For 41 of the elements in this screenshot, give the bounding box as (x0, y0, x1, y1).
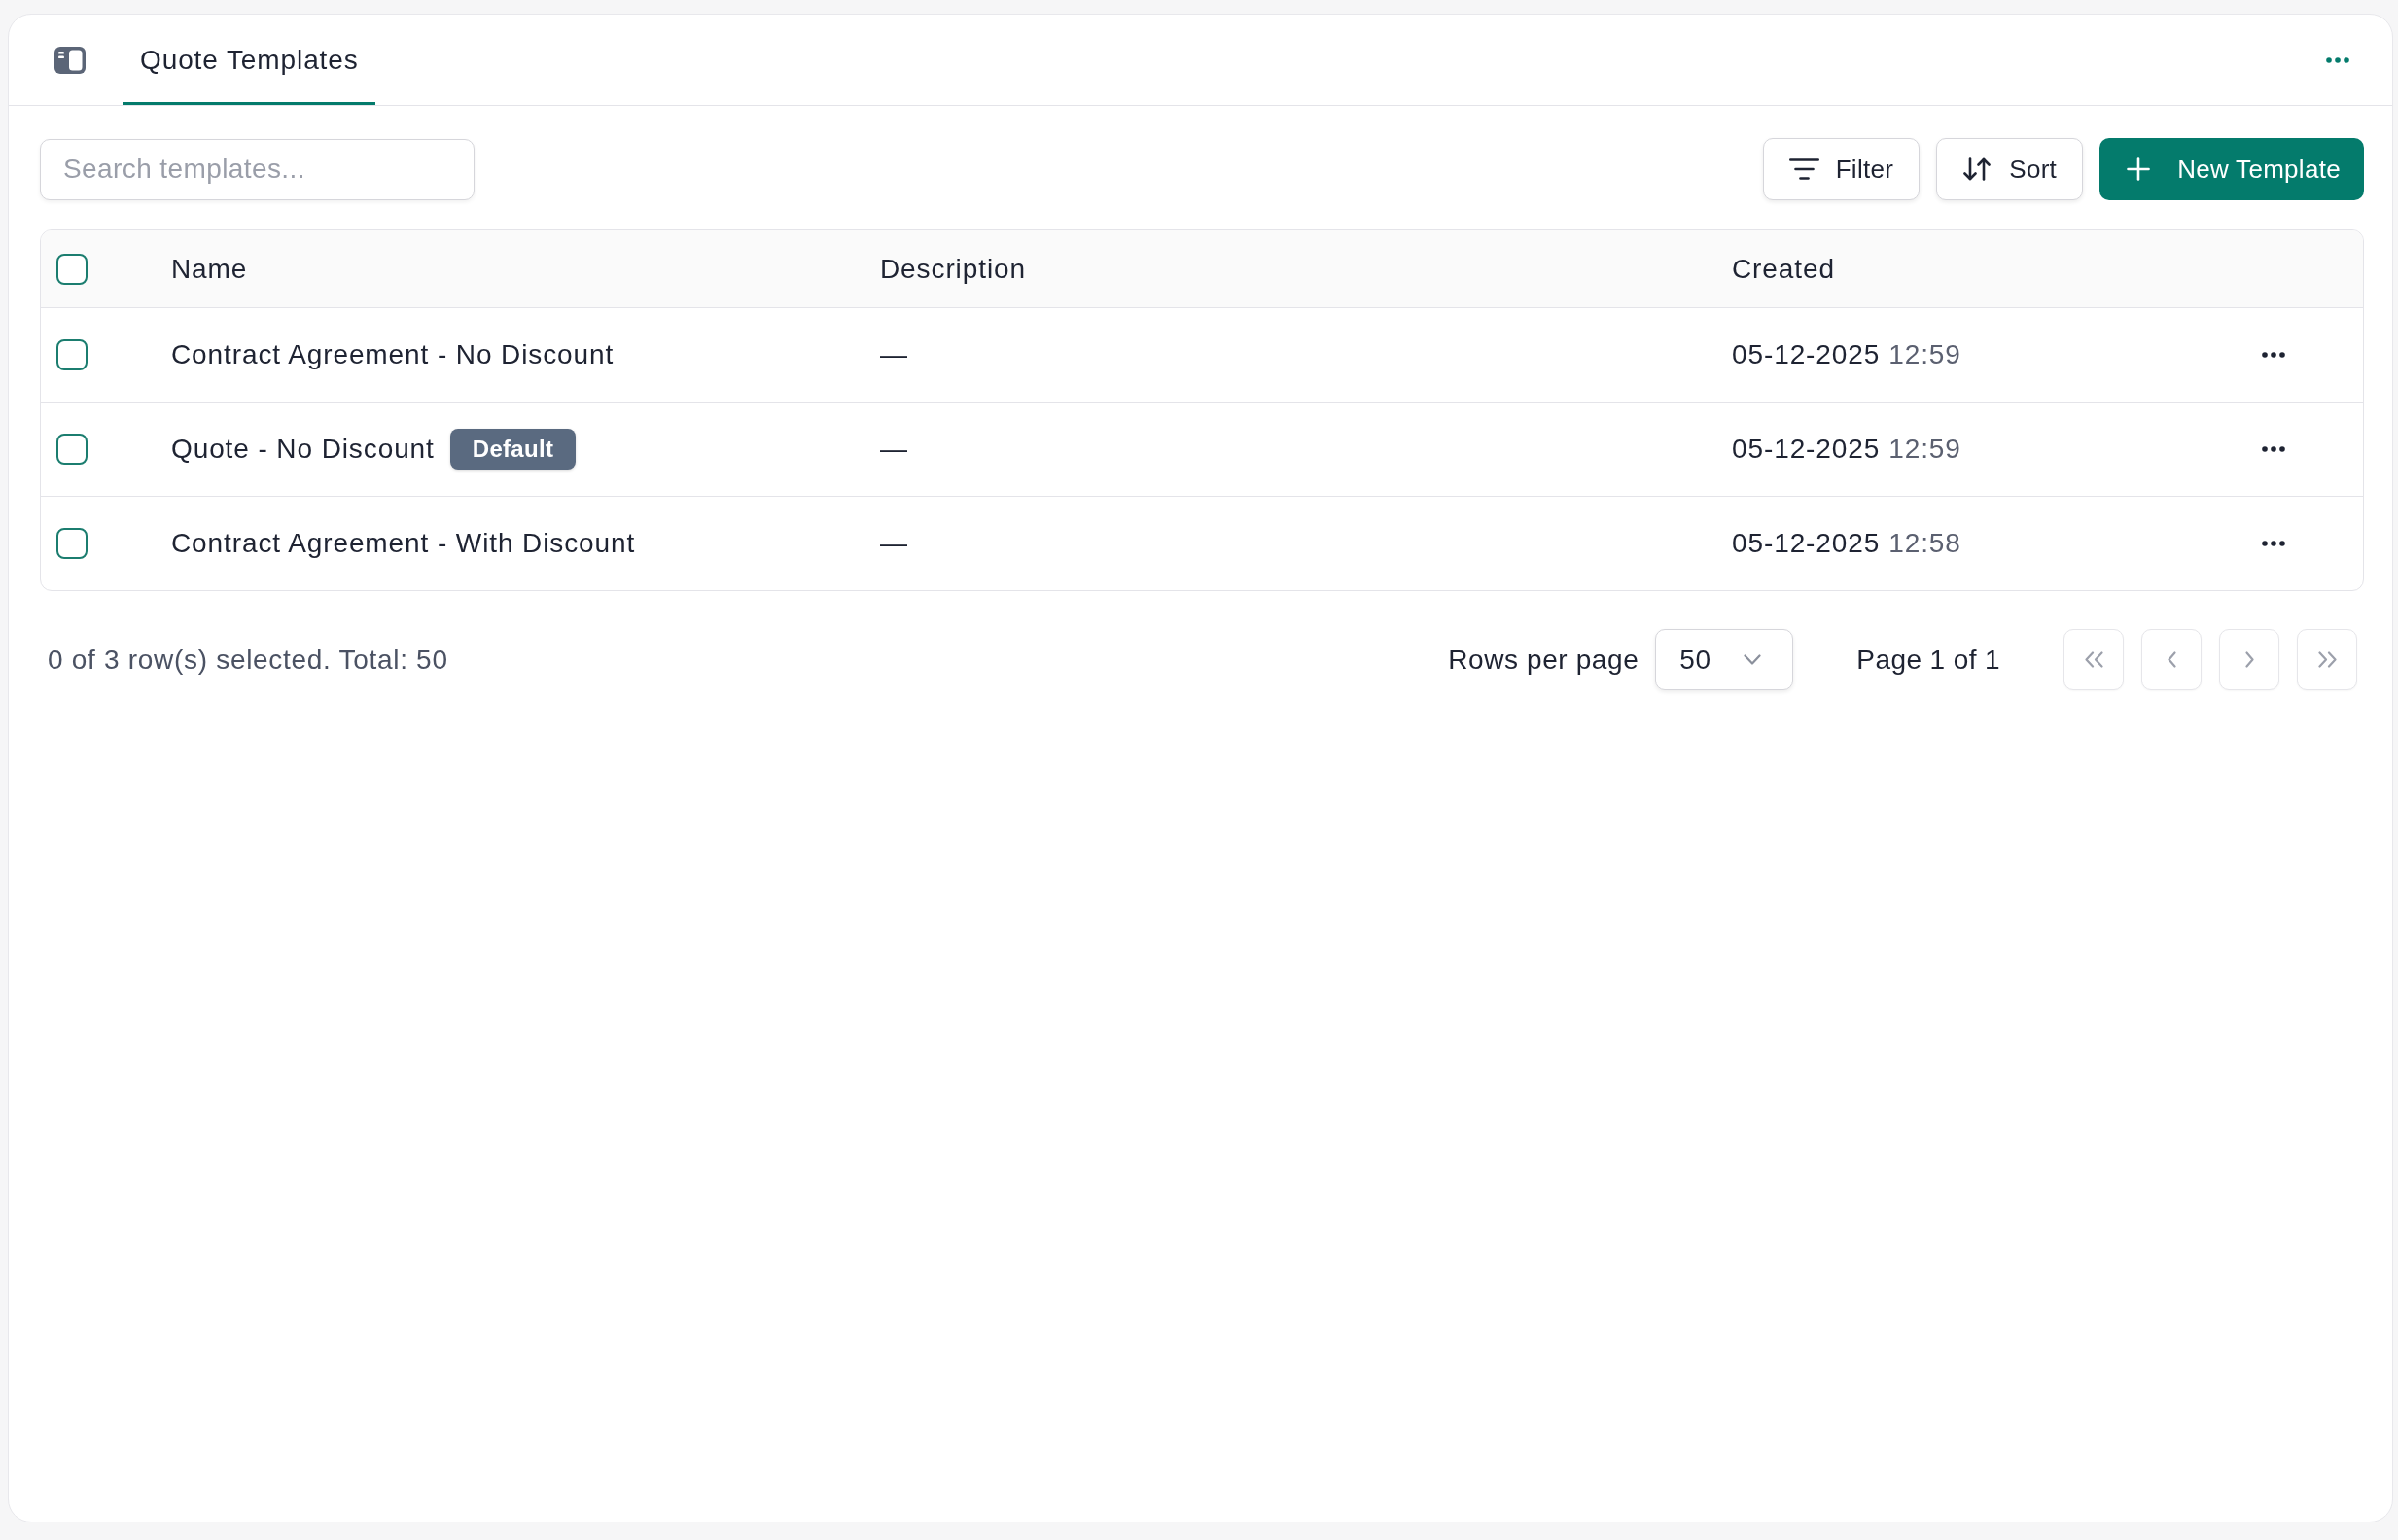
more-icon[interactable] (2262, 541, 2285, 546)
tab[interactable]: Quote Templates (123, 15, 375, 105)
more-icon[interactable] (2262, 352, 2285, 358)
created-time: 12:58 (1888, 527, 1961, 560)
rows-per-page-select[interactable]: 50 (1655, 629, 1794, 690)
created-date: 05-12-2025 (1732, 433, 1881, 466)
search-field[interactable]: Search templates... (40, 138, 475, 200)
page-indicator: Page 1 of 1 (1856, 643, 2000, 677)
rows-per-page-label: Rows per page (1448, 643, 1640, 677)
created-time: 12:59 (1888, 433, 1961, 466)
plus-icon (2127, 158, 2151, 181)
sort-button[interactable]: Sort (1936, 138, 2084, 200)
chevron-right-icon (2244, 651, 2254, 668)
created-time: 12:59 (1888, 338, 1961, 371)
description-text: — (880, 433, 908, 466)
created-date: 05-12-2025 (1732, 527, 1881, 560)
template-name: Contract Agreement - No Discount (171, 338, 615, 371)
column-header: Description (880, 252, 1026, 286)
selection-summary: 0 of 3 row(s) selected. Total: 50 (48, 643, 448, 677)
template-name: Contract Agreement - With Discount (171, 527, 636, 560)
sort-arrows-icon (1963, 158, 1992, 181)
chevrons-right-icon (2317, 651, 2337, 668)
template-name: Quote - No Discount (171, 433, 435, 466)
chevron-down-icon (1744, 654, 1762, 665)
created-date: 05-12-2025 (1732, 338, 1881, 371)
checkbox[interactable] (56, 253, 88, 285)
default-badge: Default (449, 429, 577, 470)
sidebar-toggle-icon[interactable] (54, 46, 86, 74)
description-text: — (880, 527, 908, 560)
column-header: Name (171, 252, 248, 286)
new-template-button[interactable]: New Template (2099, 138, 2364, 200)
checkbox[interactable] (56, 434, 88, 465)
chevrons-left-icon (2084, 651, 2103, 668)
column-header: Created (1732, 252, 1835, 286)
checkbox[interactable] (56, 528, 88, 559)
checkbox[interactable] (56, 339, 88, 370)
filter-icon (1788, 158, 1819, 180)
description-text: — (880, 338, 908, 371)
chevron-left-icon (2167, 651, 2176, 668)
filter-button[interactable]: Filter (1762, 138, 1921, 200)
more-icon[interactable] (2262, 446, 2285, 452)
